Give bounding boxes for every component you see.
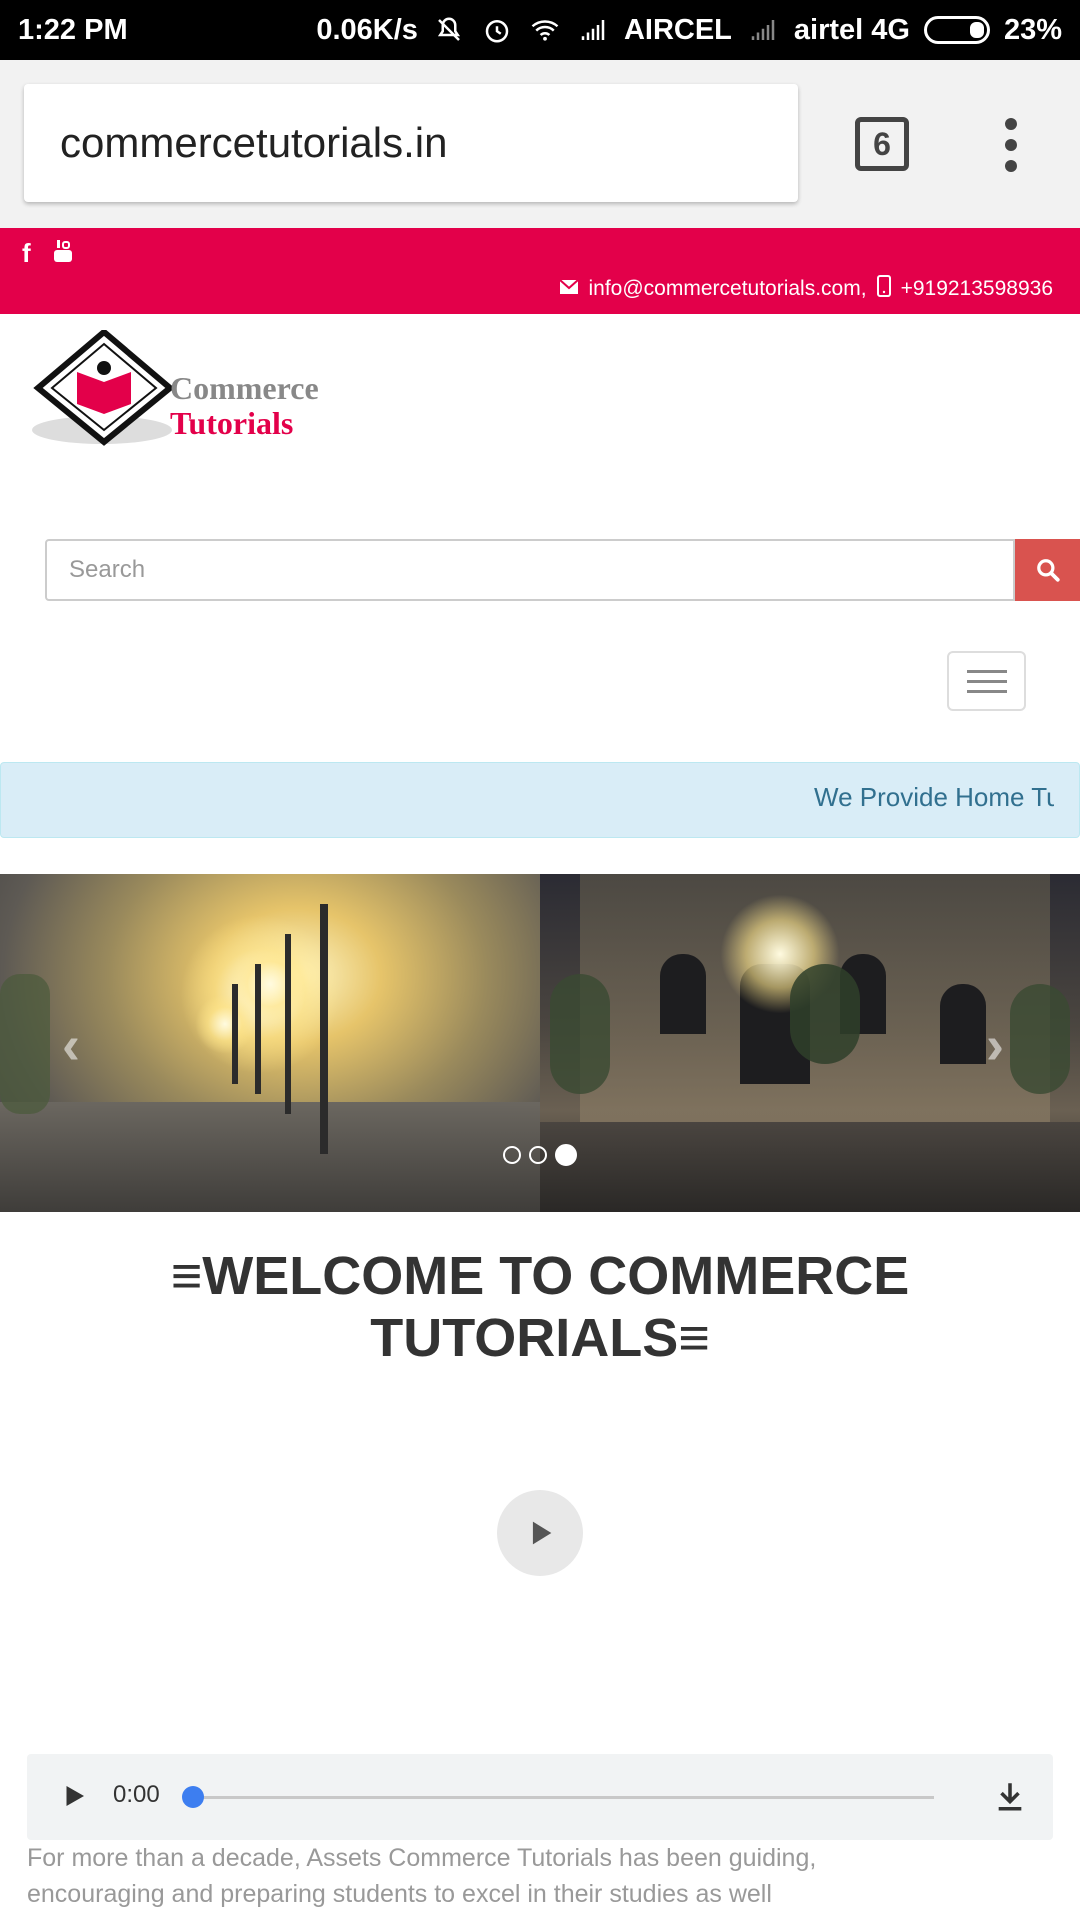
overflow-menu-button[interactable]: [995, 118, 1027, 172]
audio-current-time: 0:00: [113, 1781, 160, 1808]
contact-info: info@commercetutorials.com, +91921359893…: [558, 275, 1053, 303]
logo-text-commerce: Commerce: [170, 370, 319, 406]
hamburger-line: [966, 669, 1007, 673]
carousel-next-icon[interactable]: ›: [986, 1014, 1004, 1076]
wifi-icon: [528, 13, 562, 47]
play-icon: [66, 1786, 84, 1806]
search-button[interactable]: [1015, 539, 1080, 601]
welcome-heading: ≡WELCOME TO COMMERCE TUTORIALS≡: [170, 1246, 910, 1368]
carousel-slide-foggy-street: [0, 874, 540, 1212]
tab-switcher-button[interactable]: 6: [855, 117, 909, 171]
logo-mark-icon: [32, 328, 175, 446]
carrier-2: airtel 4G: [793, 13, 910, 46]
audio-play-button[interactable]: [59, 1780, 89, 1817]
facebook-icon[interactable]: f: [22, 238, 31, 271]
browser-toolbar: commercetutorials.in 6: [0, 60, 1080, 228]
mute-icon: [432, 13, 466, 47]
social-links: f: [22, 238, 73, 271]
intro-line-1: For more than a decade, Assets Commerce …: [27, 1844, 817, 1872]
carousel-indicator-active[interactable]: [555, 1144, 577, 1166]
announcement-marquee: We Provide Home Tut: [0, 762, 1080, 838]
menu-dot-icon: [1005, 160, 1017, 172]
logo-text-tutorials: Tutorials: [170, 405, 294, 441]
status-bar: 1:22 PM 0.06K/s AIRCEL airtel 4G 23%: [0, 0, 1080, 60]
network-speed: 0.06K/s: [316, 13, 418, 46]
signal-icon: [576, 13, 610, 47]
marquee-text: We Provide Home Tut: [814, 782, 1054, 812]
carousel-indicator[interactable]: [503, 1146, 521, 1164]
audio-seek-handle[interactable]: [182, 1786, 204, 1808]
url-bar[interactable]: commercetutorials.in: [24, 84, 798, 202]
intro-line-2: encouraging and preparing students to ex…: [27, 1880, 772, 1908]
status-icons: 0.06K/s AIRCEL airtel 4G 23%: [316, 13, 1062, 47]
video-play-button[interactable]: [497, 1490, 583, 1576]
carousel-indicator[interactable]: [529, 1146, 547, 1164]
top-contact-bar: f info@commercetutorials.com, +919213598…: [0, 228, 1080, 314]
email-link[interactable]: info@commercetutorials.com,: [589, 277, 867, 301]
battery-percent: 23%: [1003, 13, 1062, 46]
signal-icon-2: [746, 13, 780, 47]
audio-player: 0:00: [27, 1754, 1053, 1840]
search-icon: [1036, 559, 1060, 582]
hamburger-line: [966, 679, 1007, 683]
carousel-prev-icon[interactable]: ‹: [62, 1014, 80, 1076]
menu-dot-icon: [1005, 139, 1017, 151]
carrier-1: AIRCEL: [623, 13, 732, 46]
carousel-indicators: [503, 1144, 577, 1166]
audio-seek-bar[interactable]: [194, 1796, 934, 1799]
alarm-icon: [480, 13, 514, 47]
clock: 1:22 PM: [18, 13, 128, 46]
menu-dot-icon: [1005, 118, 1017, 130]
phone-link[interactable]: +919213598936: [901, 277, 1053, 301]
site-logo[interactable]: Commerce Tutorials: [32, 328, 372, 450]
intro-paragraph: For more than a decade, Assets Commerce …: [27, 1840, 1057, 1912]
search-input[interactable]: Search: [45, 539, 1015, 601]
mail-icon: [558, 277, 579, 301]
download-icon: [998, 1783, 1022, 1811]
battery-icon: [923, 16, 990, 44]
hamburger-line: [966, 689, 1007, 693]
nav-toggle-button[interactable]: [947, 651, 1026, 711]
phone-icon: [876, 275, 891, 303]
youtube-icon[interactable]: [53, 238, 73, 271]
download-button[interactable]: [993, 1778, 1027, 1819]
play-icon: [532, 1521, 552, 1545]
image-carousel: ‹ ›: [0, 874, 1080, 1212]
